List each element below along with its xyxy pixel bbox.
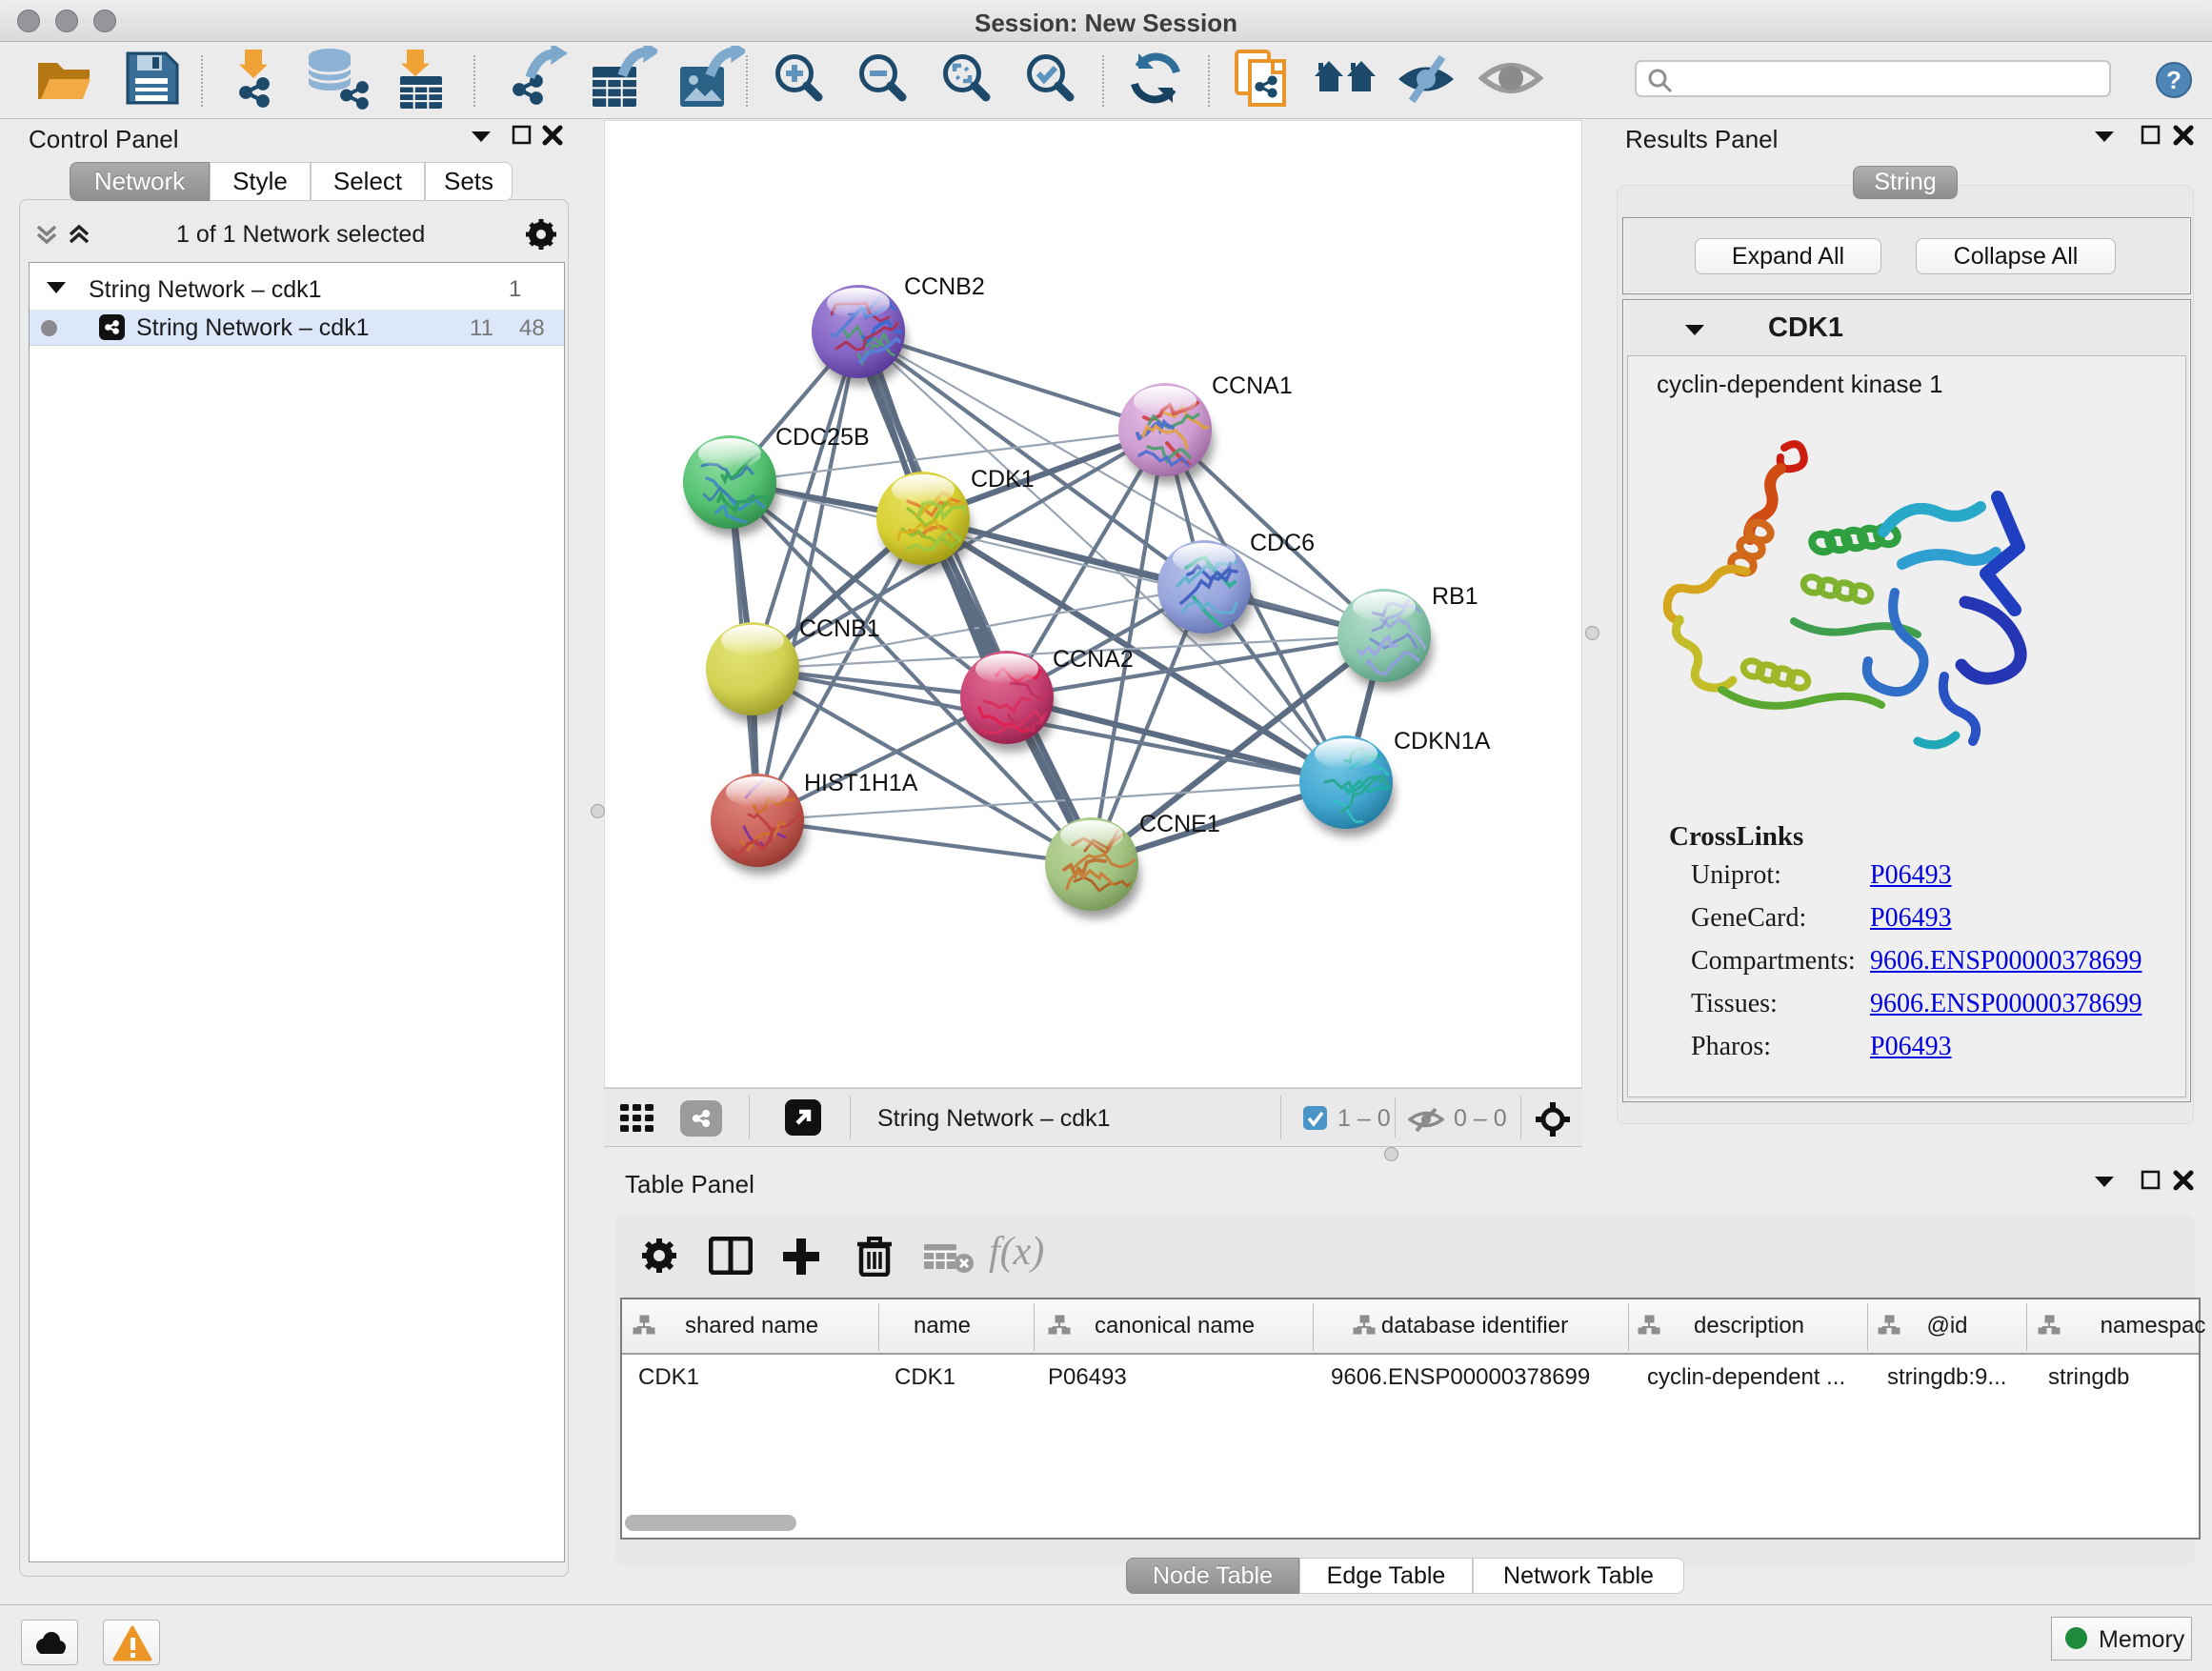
svg-text:CCNA1: CCNA1 (1212, 372, 1293, 399)
svg-text:CDC25B: CDC25B (775, 424, 870, 451)
svg-text:CCNA2: CCNA2 (1053, 646, 1134, 673)
svg-text:RB1: RB1 (1432, 583, 1478, 610)
svg-text:CCNB2: CCNB2 (904, 273, 985, 300)
svg-text:CDK1: CDK1 (971, 466, 1035, 493)
svg-text:CCNE1: CCNE1 (1139, 811, 1220, 837)
svg-text:HIST1H1A: HIST1H1A (804, 770, 918, 796)
svg-text:?: ? (2166, 66, 2182, 94)
svg-text:CDC6: CDC6 (1250, 530, 1315, 556)
svg-text:CDKN1A: CDKN1A (1394, 728, 1491, 755)
svg-text:CCNB1: CCNB1 (799, 615, 880, 642)
